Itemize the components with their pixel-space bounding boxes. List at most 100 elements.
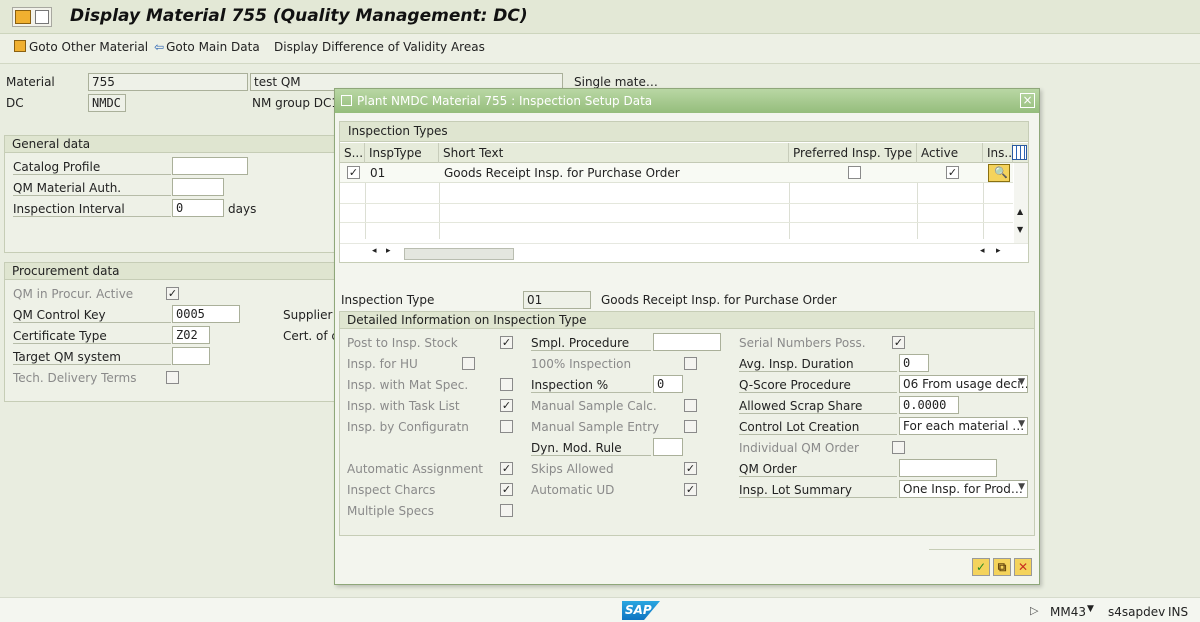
- system-menu-icon[interactable]: [15, 10, 31, 24]
- col-select[interactable]: S...: [340, 143, 365, 163]
- qm-procur-active-label: QM in Procur. Active: [13, 287, 134, 301]
- general-data-title: General data: [5, 136, 337, 153]
- confirm-button[interactable]: ✓: [972, 558, 990, 576]
- col-preferred[interactable]: Preferred Insp. Type: [789, 143, 917, 163]
- manual-sample-entry-checkbox[interactable]: [684, 420, 697, 433]
- menu-icon-button[interactable]: [12, 7, 52, 27]
- scroll-left-icon[interactable]: ◂: [372, 246, 377, 256]
- multiple-specs-checkbox[interactable]: [500, 504, 513, 517]
- table-row[interactable]: ✓ 01 Goods Receipt Insp. for Purchase Or…: [340, 163, 1013, 183]
- scroll-up-icon[interactable]: ▲: [1017, 207, 1023, 216]
- allowed-scrap-share-field[interactable]: 0.0000: [899, 396, 959, 414]
- horizontal-scrollbar[interactable]: ◂ ▸ ◂ ▸: [340, 243, 1028, 262]
- inspection-pct-field[interactable]: 0: [653, 375, 683, 393]
- scroll-right-end-icon[interactable]: ▸: [996, 246, 1001, 256]
- automatic-assignment-checkbox[interactable]: ✓: [500, 462, 513, 475]
- inspect-charcs-checkbox[interactable]: ✓: [500, 483, 513, 496]
- dc-label: DC: [6, 96, 24, 110]
- qm-control-key-field[interactable]: 0005: [172, 305, 240, 323]
- post-to-insp-stock-label: Post to Insp. Stock: [347, 336, 458, 350]
- skips-allowed-checkbox[interactable]: ✓: [684, 462, 697, 475]
- col-insp-type[interactable]: InspType: [365, 143, 439, 163]
- customize-menu-icon[interactable]: [35, 10, 49, 24]
- dc-field[interactable]: NMDC: [88, 94, 126, 112]
- inspection-type-label: Inspection Type: [341, 293, 435, 307]
- detailed-info-title: Detailed Information on Inspection Type: [340, 312, 1034, 329]
- col-short-text[interactable]: Short Text: [439, 143, 789, 163]
- qm-procur-active-checkbox[interactable]: ✓: [166, 287, 179, 300]
- individual-qm-order-checkbox[interactable]: [892, 441, 905, 454]
- material-field[interactable]: 755: [88, 73, 248, 91]
- cancel-button[interactable]: ✕: [1014, 558, 1032, 576]
- q-score-procedure-label: Q-Score Procedure: [739, 378, 897, 393]
- qm-order-label: QM Order: [739, 462, 897, 477]
- control-lot-creation-dropdown[interactable]: For each material … ▼: [899, 417, 1028, 435]
- insp-task-list-checkbox[interactable]: ✓: [500, 399, 513, 412]
- qm-material-auth-field[interactable]: [172, 178, 224, 196]
- vertical-scrollbar[interactable]: ▲ ▼: [1014, 163, 1028, 243]
- play-icon[interactable]: ▷: [1030, 604, 1038, 617]
- inspect-charcs-label: Inspect Charcs: [347, 483, 436, 497]
- row-insp-type: 01: [370, 166, 386, 180]
- insp-by-config-checkbox[interactable]: [500, 420, 513, 433]
- col-active[interactable]: Active: [917, 143, 983, 163]
- certificate-type-field[interactable]: Z02: [172, 326, 210, 344]
- inspection-detail-button[interactable]: 🔍: [988, 164, 1010, 182]
- smpl-procedure-label: Smpl. Procedure: [531, 336, 651, 351]
- target-qm-system-field[interactable]: [172, 347, 210, 365]
- insp-for-hu-label: Insp. for HU: [347, 357, 418, 371]
- serial-numbers-checkbox[interactable]: ✓: [892, 336, 905, 349]
- allowed-scrap-share-label: Allowed Scrap Share: [739, 399, 897, 414]
- qm-order-field[interactable]: [899, 459, 997, 477]
- system-text: s4sapdev: [1108, 605, 1166, 619]
- scroll-left-end-icon[interactable]: ◂: [980, 246, 985, 256]
- dialog-window-icon: [341, 95, 352, 106]
- inspection-type-field[interactable]: 01: [523, 291, 591, 309]
- row-select-checkbox[interactable]: ✓: [347, 166, 360, 179]
- page-title: Display Material 755 (Quality Management…: [70, 6, 528, 26]
- chevron-down-icon: ▼: [1018, 482, 1025, 492]
- goto-main-data-button[interactable]: ⇦ Goto Main Data: [154, 40, 260, 54]
- row-short-text: Goods Receipt Insp. for Purchase Order: [444, 166, 680, 180]
- tech-delivery-terms-label: Tech. Delivery Terms: [13, 371, 137, 385]
- scroll-thumb[interactable]: [404, 248, 514, 260]
- inspection-types-title: Inspection Types: [340, 122, 1028, 142]
- inspection-types-table: Inspection Types S... InspType Short Tex…: [339, 121, 1029, 263]
- multiple-specs-label: Multiple Specs: [347, 504, 434, 518]
- post-to-insp-stock-checkbox[interactable]: ✓: [500, 336, 513, 349]
- q-score-procedure-dropdown[interactable]: 06 From usage deci… ▼: [899, 375, 1028, 393]
- insp-mat-spec-checkbox[interactable]: [500, 378, 513, 391]
- col-ins[interactable]: Ins...: [983, 143, 1013, 163]
- scroll-down-icon[interactable]: ▼: [1017, 225, 1023, 234]
- chevron-down-icon: ▼: [1018, 419, 1025, 429]
- copy-button[interactable]: ⧉: [993, 558, 1011, 576]
- smpl-procedure-field[interactable]: [653, 333, 721, 351]
- arrow-left-icon: ⇦: [154, 40, 165, 54]
- row-active-checkbox[interactable]: ✓: [946, 166, 959, 179]
- insp-lot-summary-dropdown[interactable]: One Insp. for Prod… ▼: [899, 480, 1028, 498]
- goto-other-material-button[interactable]: Goto Other Material: [14, 40, 148, 54]
- manual-sample-calc-checkbox[interactable]: [684, 399, 697, 412]
- row-preferred-checkbox[interactable]: [848, 166, 861, 179]
- column-settings-icon[interactable]: [1012, 145, 1027, 160]
- tech-delivery-terms-checkbox[interactable]: [166, 371, 179, 384]
- scroll-right-icon[interactable]: ▸: [386, 246, 391, 256]
- material-label: Material: [6, 75, 55, 89]
- insp-for-hu-checkbox[interactable]: [462, 357, 475, 370]
- tcode-text: MM43: [1050, 605, 1086, 619]
- dialog-title: Plant NMDC Material 755 : Inspection Set…: [357, 94, 653, 108]
- catalog-profile-field[interactable]: [172, 157, 248, 175]
- dyn-mod-rule-label: Dyn. Mod. Rule: [531, 441, 651, 456]
- close-icon[interactable]: ×: [1020, 93, 1035, 108]
- catalog-profile-label: Catalog Profile: [13, 160, 171, 175]
- dc-description-text: NM group DC1: [252, 96, 340, 110]
- checkmark-icon: ✓: [975, 560, 987, 574]
- dyn-mod-rule-field[interactable]: [653, 438, 683, 456]
- display-difference-button[interactable]: Display Difference of Validity Areas: [274, 40, 485, 54]
- automatic-ud-checkbox[interactable]: ✓: [684, 483, 697, 496]
- hundred-pct-inspection-checkbox[interactable]: [684, 357, 697, 370]
- inspection-interval-field[interactable]: 0: [172, 199, 224, 217]
- avg-insp-duration-field[interactable]: 0: [899, 354, 929, 372]
- chevron-down-icon[interactable]: ▼: [1087, 604, 1094, 614]
- certificate-type-label: Certificate Type: [13, 329, 171, 344]
